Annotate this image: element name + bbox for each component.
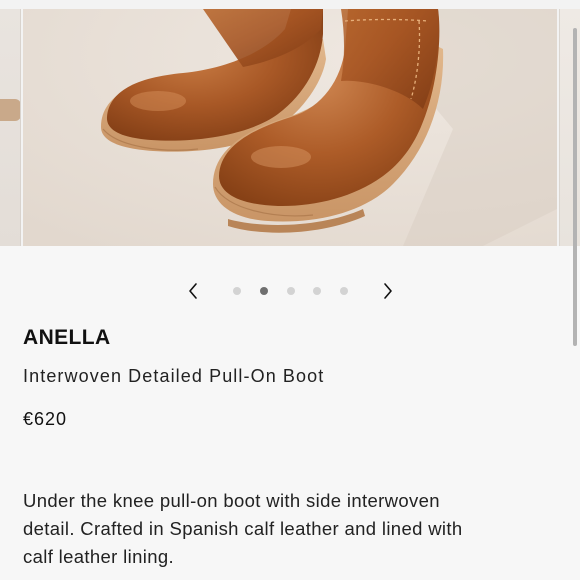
product-description: Under the knee pull-on boot with side in… xyxy=(23,487,553,571)
pager-dot[interactable] xyxy=(340,287,348,295)
previous-slide-peek[interactable] xyxy=(0,9,21,246)
description-line: calf leather lining. xyxy=(23,546,174,567)
product-image[interactable] xyxy=(23,9,557,246)
boots-illustration xyxy=(23,9,557,246)
brand-name[interactable]: ANELLA xyxy=(23,326,111,350)
product-page: ANELLA Interwoven Detailed Pull-On Boot … xyxy=(0,0,580,580)
pager-dot[interactable] xyxy=(313,287,321,295)
chevron-left-icon[interactable] xyxy=(180,276,206,306)
product-price: €620 xyxy=(23,409,68,429)
chevron-right-icon[interactable] xyxy=(375,276,401,306)
description-line: Under the knee pull-on boot with side in… xyxy=(23,490,440,511)
image-gallery[interactable] xyxy=(0,0,580,246)
pager-dot-active[interactable] xyxy=(260,287,268,295)
pager-dot[interactable] xyxy=(287,287,295,295)
description-line: detail. Crafted in Spanish calf leather … xyxy=(23,518,463,539)
gallery-pager xyxy=(0,276,580,306)
product-title: Interwoven Detailed Pull-On Boot xyxy=(23,366,325,386)
pager-dot[interactable] xyxy=(233,287,241,295)
